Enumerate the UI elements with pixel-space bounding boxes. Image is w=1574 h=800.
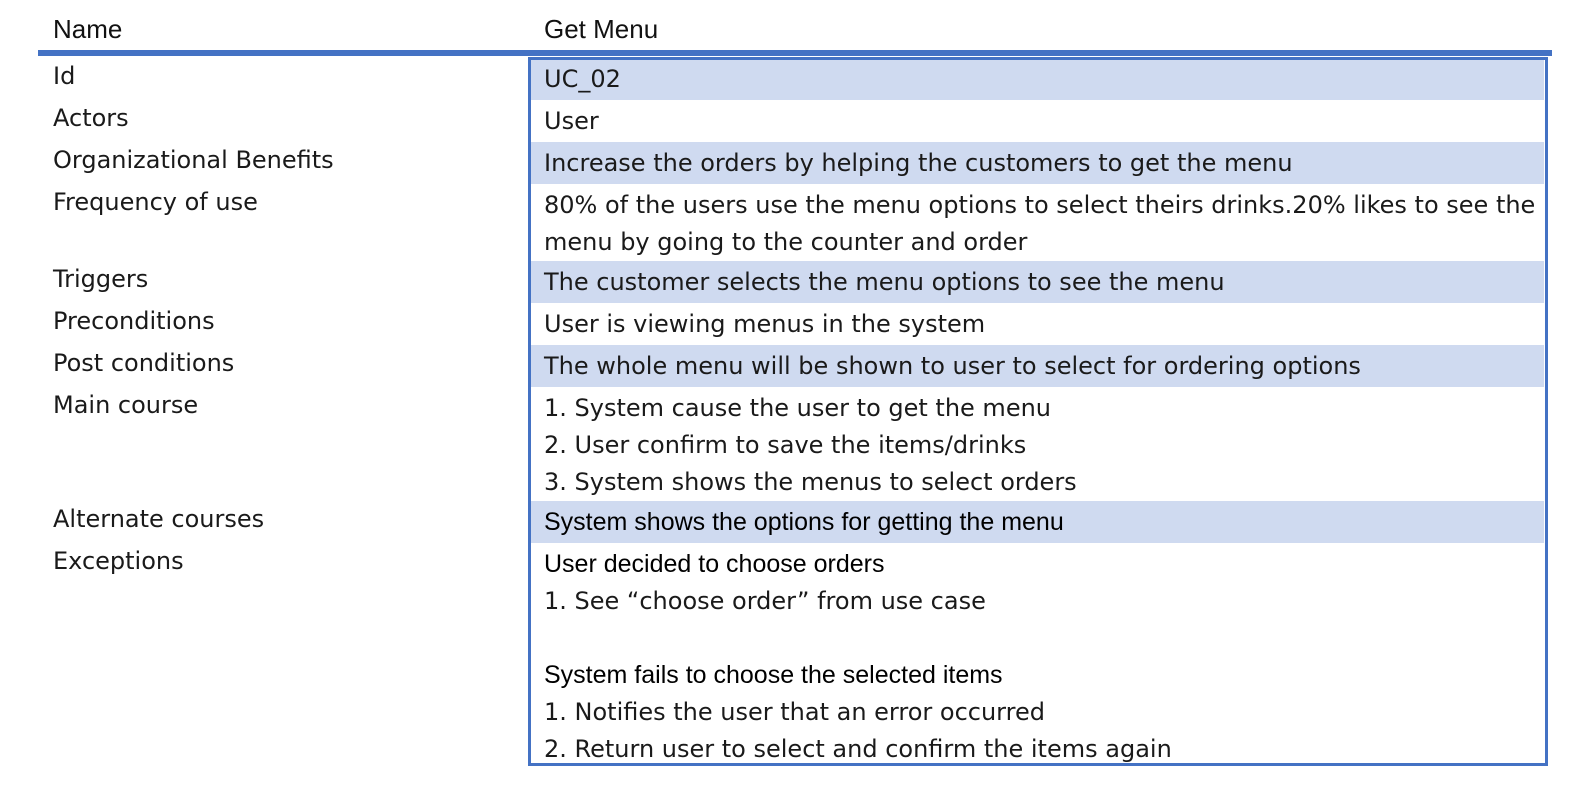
row-value: 1. System cause the user to get the menu… bbox=[530, 387, 1544, 501]
value-line: menu by going to the counter and order bbox=[544, 228, 1028, 256]
table-row: Id UC_02 bbox=[0, 58, 1574, 100]
header-name-label: Name bbox=[53, 14, 123, 44]
row-value: 80% of the users use the menu options to… bbox=[530, 184, 1544, 261]
header-name-value: Get Menu bbox=[544, 14, 659, 44]
value-line: 1. System cause the user to get the menu bbox=[544, 394, 1051, 422]
value-line: The customer selects the menu options to… bbox=[544, 268, 1225, 296]
table-row: Frequency of use 80% of the users use the… bbox=[0, 184, 1574, 261]
table-row: Alternate courses System shows the option… bbox=[0, 501, 1574, 543]
row-value: The whole menu will be shown to user to … bbox=[530, 345, 1544, 387]
value-line: 1. Notifies the user that an error occur… bbox=[544, 698, 1045, 726]
value-line: The whole menu will be shown to user to … bbox=[544, 352, 1361, 380]
table-row: Preconditions User is viewing menus in th… bbox=[0, 303, 1574, 345]
value-line: User is viewing menus in the system bbox=[544, 310, 986, 338]
value-line: 1. See “choose order” from use case bbox=[544, 587, 986, 615]
value-line: 80% of the users use the menu options to… bbox=[544, 191, 1536, 219]
row-label: Alternate courses bbox=[53, 505, 265, 533]
row-label: Organizational Benefits bbox=[53, 146, 334, 174]
row-value: The customer selects the menu options to… bbox=[530, 261, 1544, 303]
value-line: User bbox=[544, 107, 599, 135]
value-subheading: User decided to choose orders bbox=[544, 550, 885, 578]
row-label: Post conditions bbox=[53, 349, 235, 377]
row-label: Id bbox=[53, 62, 76, 90]
table-row: Actors User bbox=[0, 100, 1574, 142]
value-line: 3. System shows the menus to select orde… bbox=[544, 468, 1077, 496]
row-label: Actors bbox=[53, 104, 129, 132]
row-value: Increase the orders by helping the custo… bbox=[530, 142, 1544, 184]
row-label: Exceptions bbox=[53, 547, 184, 575]
row-label: Frequency of use bbox=[53, 188, 258, 216]
row-label: Triggers bbox=[53, 265, 149, 293]
value-line: 2. Return user to select and confirm the… bbox=[544, 735, 1172, 763]
row-value: User is viewing menus in the system bbox=[530, 303, 1544, 345]
row-value: User bbox=[530, 100, 1544, 142]
table-row: Post conditions The whole menu will be sh… bbox=[0, 345, 1574, 387]
value-subheading: System fails to choose the selected item… bbox=[544, 661, 1003, 689]
row-label: Main course bbox=[53, 391, 199, 419]
use-case-document: Name Get Menu Id UC_02 Actors User Organizat… bbox=[0, 0, 1574, 800]
value-subheading: System shows the options for getting the… bbox=[544, 508, 1064, 536]
header-rule bbox=[38, 50, 1552, 56]
row-value: User decided to choose orders 1. See “cho… bbox=[530, 543, 1544, 768]
row-value: System shows the options for getting the… bbox=[530, 501, 1544, 543]
table-row: Triggers The customer selects the menu op… bbox=[0, 261, 1574, 303]
table-row: Main course 1. System cause the user to g… bbox=[0, 387, 1574, 501]
row-label: Preconditions bbox=[53, 307, 215, 335]
row-value: UC_02 bbox=[530, 58, 1544, 100]
value-line: Increase the orders by helping the custo… bbox=[544, 149, 1293, 177]
value-line: UC_02 bbox=[544, 65, 621, 93]
table-row: Exceptions User decided to choose orders 1… bbox=[0, 543, 1574, 768]
use-case-table: Id UC_02 Actors User Organizational Benefits… bbox=[0, 58, 1574, 768]
value-line: 2. User confirm to save the items/drinks bbox=[544, 431, 1027, 459]
table-row: Organizational Benefits Increase the orde… bbox=[0, 142, 1574, 184]
